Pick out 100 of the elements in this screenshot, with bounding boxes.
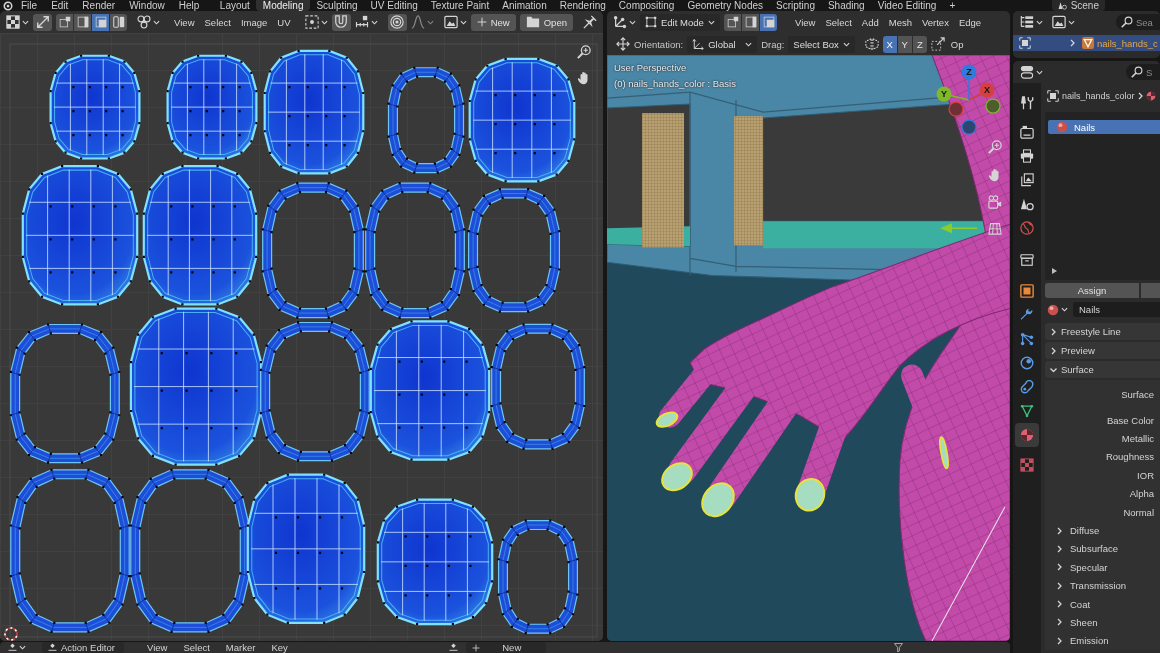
select-mode-button[interactable] bbox=[74, 13, 92, 31]
proportional-toggle[interactable] bbox=[387, 13, 407, 31]
menu-item[interactable]: Select bbox=[178, 642, 215, 653]
select-mode-button[interactable] bbox=[742, 13, 759, 31]
workspace-tab[interactable]: Geometry Nodes bbox=[680, 0, 770, 11]
workspace-tab[interactable]: Texture Paint bbox=[424, 0, 496, 11]
workspace-tab[interactable]: Layout bbox=[213, 0, 257, 11]
outliner-row[interactable]: nails_hands_c bbox=[1013, 35, 1160, 51]
menu-item[interactable]: View bbox=[791, 13, 820, 31]
select-mode-button[interactable] bbox=[110, 13, 128, 31]
scene-selector[interactable]: Scene bbox=[1051, 0, 1105, 11]
workspace-tab[interactable]: Rendering bbox=[553, 0, 613, 11]
new-button[interactable]: New bbox=[465, 642, 546, 653]
zoom-icon[interactable] bbox=[988, 140, 1002, 154]
axis-button[interactable]: Y bbox=[936, 86, 970, 102]
select-mode-button[interactable] bbox=[92, 13, 110, 31]
chevron-icon[interactable] bbox=[1070, 39, 1075, 47]
pivot-icon[interactable] bbox=[137, 15, 152, 29]
subpanel-header[interactable]: Sheen bbox=[1045, 613, 1160, 632]
subpanel-header[interactable]: Diffuse bbox=[1045, 521, 1160, 540]
menu-item[interactable]: Vertex bbox=[917, 13, 953, 31]
menu-item[interactable]: Marker bbox=[220, 642, 261, 653]
menu-item[interactable]: View bbox=[170, 13, 199, 31]
open-button[interactable]: Open bbox=[519, 13, 573, 31]
grid-icon[interactable] bbox=[988, 221, 1002, 235]
material-name-field[interactable]: Nails bbox=[1073, 302, 1160, 317]
zoom-icon[interactable] bbox=[577, 45, 591, 59]
workspace-tab[interactable]: Video Editing bbox=[871, 0, 943, 11]
subpanel-header[interactable]: Emission bbox=[1045, 631, 1160, 651]
subpanel-header[interactable]: Specular bbox=[1045, 558, 1160, 577]
menu-item[interactable]: File bbox=[21, 0, 38, 11]
move-icon[interactable] bbox=[616, 37, 630, 51]
hand-icon[interactable] bbox=[577, 71, 591, 85]
workspace-tab[interactable]: Animation bbox=[495, 0, 554, 11]
subpanel-header[interactable]: Coat bbox=[1045, 594, 1160, 614]
workspace-tab[interactable]: Compositing bbox=[612, 0, 681, 11]
menu-item[interactable]: Add bbox=[857, 13, 883, 31]
workspace-tab[interactable]: Shading bbox=[821, 0, 872, 11]
editor-dropdown[interactable]: Action Editor bbox=[42, 642, 124, 653]
funnel-icon[interactable] bbox=[893, 643, 903, 652]
menu-item[interactable]: Window bbox=[129, 0, 165, 11]
snap-target-icon[interactable] bbox=[304, 15, 319, 29]
add-workspace-button[interactable]: + bbox=[942, 0, 962, 11]
select-mode-button[interactable] bbox=[56, 13, 74, 31]
mode-dropdown[interactable]: Edit Mode bbox=[640, 13, 720, 31]
panel-header[interactable]: Surface bbox=[1045, 361, 1160, 378]
diamond-icon[interactable] bbox=[448, 643, 458, 652]
menu-item[interactable]: Edit bbox=[51, 0, 69, 11]
triangle-icon[interactable] bbox=[1052, 268, 1057, 274]
workspace-tab[interactable]: Sculpting bbox=[309, 0, 365, 11]
pin-icon[interactable] bbox=[583, 15, 597, 29]
menu-item[interactable]: Op bbox=[948, 35, 964, 53]
assign-button[interactable]: Assign bbox=[1045, 283, 1139, 298]
select-mode-button[interactable] bbox=[760, 13, 777, 31]
menu-item[interactable]: Select bbox=[200, 13, 235, 31]
workspace-tab[interactable]: UV Editing bbox=[364, 0, 425, 11]
axis-toggle[interactable]: X bbox=[882, 35, 897, 53]
subpanel-header[interactable]: Transmission bbox=[1045, 576, 1160, 595]
hand-icon[interactable] bbox=[988, 168, 1002, 182]
dashed-square-icon[interactable] bbox=[930, 37, 945, 51]
sync-toggle[interactable] bbox=[33, 13, 53, 31]
image-icon[interactable] bbox=[443, 15, 458, 29]
curve-icon[interactable] bbox=[410, 15, 425, 29]
menu-item[interactable]: View bbox=[142, 642, 173, 653]
select-mode-button[interactable] bbox=[724, 13, 741, 31]
list-icon[interactable] bbox=[1020, 15, 1034, 29]
orientation-dropdown[interactable]: Global bbox=[687, 35, 758, 53]
menu-item[interactable]: Key bbox=[266, 642, 293, 653]
mirror-icon[interactable] bbox=[864, 37, 879, 51]
menu-item[interactable]: Help bbox=[178, 0, 200, 11]
panel-header[interactable]: Preview bbox=[1045, 342, 1160, 359]
subpanel-header[interactable]: Subsurface bbox=[1045, 539, 1160, 559]
axis-button[interactable] bbox=[948, 101, 964, 117]
diamond-icon[interactable] bbox=[8, 643, 17, 652]
axis-toggle[interactable]: Y bbox=[897, 35, 912, 53]
drag-dropdown[interactable]: Select Box bbox=[788, 35, 855, 53]
material-slot-list[interactable]: Nails bbox=[1045, 112, 1160, 280]
menu-item[interactable]: Select bbox=[821, 13, 856, 31]
menu-item[interactable]: Edge bbox=[954, 13, 986, 31]
camera-icon[interactable] bbox=[988, 195, 1002, 209]
workspace-tab[interactable]: Scripting bbox=[769, 0, 822, 11]
axis-button[interactable]: X bbox=[968, 82, 995, 101]
axis-toggle[interactable]: Z bbox=[912, 35, 927, 53]
axis-button[interactable]: Z bbox=[961, 64, 977, 101]
cursor-icon[interactable] bbox=[4, 627, 18, 641]
logo-icon[interactable] bbox=[3, 0, 13, 11]
axis-button[interactable] bbox=[985, 98, 1001, 114]
search-field[interactable]: Sea bbox=[1116, 14, 1160, 30]
material-slot[interactable]: Nails bbox=[1048, 120, 1160, 134]
checker-icon[interactable] bbox=[6, 15, 20, 29]
image-icon[interactable] bbox=[1052, 15, 1066, 29]
search-field[interactable]: S bbox=[1126, 64, 1160, 80]
menu-item[interactable]: UV bbox=[273, 13, 295, 31]
toggles-icon[interactable] bbox=[1020, 65, 1034, 79]
material-browse-button[interactable] bbox=[1045, 302, 1070, 317]
menu-item[interactable]: Mesh bbox=[884, 13, 916, 31]
snap-toggle[interactable] bbox=[331, 13, 351, 31]
increment-icon[interactable] bbox=[354, 15, 369, 29]
panel-header[interactable]: Freestyle Line bbox=[1045, 323, 1160, 340]
menu-item[interactable]: Render bbox=[82, 0, 116, 11]
